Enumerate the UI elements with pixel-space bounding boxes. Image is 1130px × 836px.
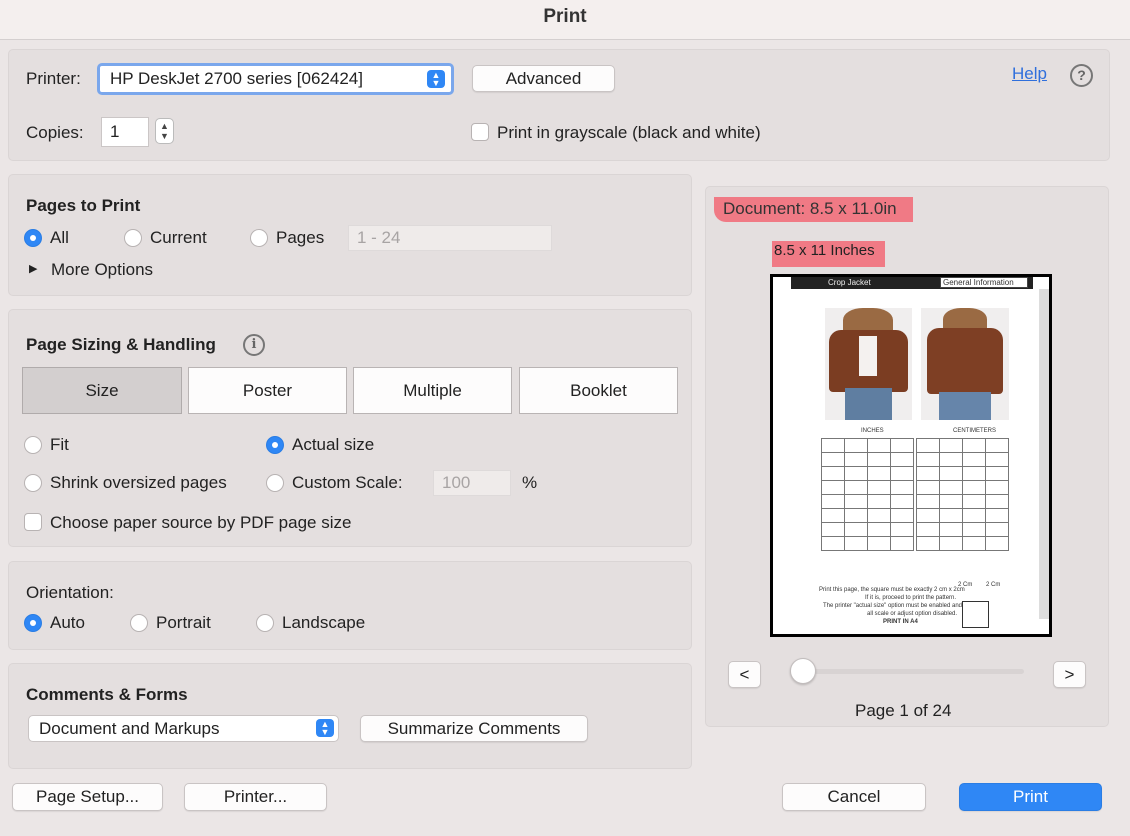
document-size-label: Document: 8.5 x 11.0in xyxy=(723,199,897,218)
window-title-bar: Print xyxy=(0,0,1130,40)
comments-select[interactable]: Document and Markups ▲ ▼ xyxy=(28,715,339,742)
tab-size[interactable]: Size xyxy=(22,367,182,414)
next-page-button[interactable]: > xyxy=(1053,661,1086,688)
select-arrows-icon: ▲ ▼ xyxy=(316,719,334,737)
centimeters-size-table xyxy=(916,438,1009,551)
printer-dialog-button[interactable]: Printer... xyxy=(184,783,327,811)
doc-section: General Information xyxy=(943,278,1014,287)
jacket-front-image xyxy=(825,308,912,420)
page-slider-knob[interactable] xyxy=(790,658,816,684)
radio-current-label: Current xyxy=(150,228,207,247)
radio-pages[interactable] xyxy=(250,229,268,247)
doc-page-gray-edge xyxy=(1039,289,1049,619)
radio-auto-label: Auto xyxy=(50,613,85,632)
square-label-top: 2 Cm xyxy=(958,582,973,588)
jacket-back-image xyxy=(921,308,1009,420)
page-slider-track[interactable] xyxy=(790,669,1024,674)
page-preview: Crop Jacket General Information INCHES C… xyxy=(770,274,1052,637)
inches-size-table xyxy=(821,438,914,551)
doc-title: Crop Jacket xyxy=(828,278,871,287)
print-button[interactable]: Print xyxy=(959,783,1102,811)
disclosure-triangle-icon[interactable]: ▶ xyxy=(29,262,37,275)
radio-auto[interactable] xyxy=(24,614,42,632)
page-sizing-title: Page Sizing & Handling xyxy=(26,335,216,354)
radio-current[interactable] xyxy=(124,229,142,247)
print-note-3: The printer "actual size" option must be… xyxy=(823,603,963,609)
print-note-5: PRINT IN A4 xyxy=(883,619,918,625)
page-indicator: Page 1 of 24 xyxy=(855,701,952,720)
help-link[interactable]: Help xyxy=(1012,64,1047,84)
tab-poster[interactable]: Poster xyxy=(188,367,347,414)
page-size-note: 8.5 x 11 Inches xyxy=(774,242,875,259)
radio-fit[interactable] xyxy=(24,436,42,454)
paper-source-checkbox[interactable] xyxy=(24,513,42,531)
page-range-placeholder: 1 - 24 xyxy=(357,228,401,247)
percent-label: % xyxy=(522,473,538,492)
print-note-1: Print this page, the square must be exac… xyxy=(819,587,965,593)
orientation-title: Orientation: xyxy=(26,583,114,602)
grayscale-checkbox[interactable] xyxy=(471,123,489,141)
radio-pages-label: Pages xyxy=(276,228,325,247)
copies-stepper[interactable]: ▲ ▼ xyxy=(155,118,174,144)
window-title: Print xyxy=(543,6,587,27)
cancel-button[interactable]: Cancel xyxy=(782,783,926,811)
page-setup-button[interactable]: Page Setup... xyxy=(12,783,163,811)
tab-multiple[interactable]: Multiple xyxy=(353,367,512,414)
previous-page-button[interactable]: < xyxy=(728,661,761,688)
copies-input[interactable]: 1 xyxy=(101,117,149,147)
centimeters-heading: CENTIMETERS xyxy=(953,428,997,434)
info-icon[interactable]: i xyxy=(243,334,265,356)
radio-custom-scale-label: Custom Scale: xyxy=(292,473,403,492)
inches-heading: INCHES xyxy=(861,428,884,434)
summarize-comments-button[interactable]: Summarize Comments xyxy=(360,715,588,742)
radio-shrink-label: Shrink oversized pages xyxy=(50,473,227,492)
print-note-2: If it is, proceed to print the pattern. xyxy=(865,595,957,601)
custom-scale-input[interactable]: 100 xyxy=(433,470,511,496)
square-label-side: 2 Cm xyxy=(986,582,1001,588)
radio-actual-size[interactable] xyxy=(266,436,284,454)
calibration-square xyxy=(962,601,989,628)
select-arrows-icon: ▲ ▼ xyxy=(427,70,445,88)
radio-portrait-label: Portrait xyxy=(156,613,211,632)
grayscale-label: Print in grayscale (black and white) xyxy=(497,123,761,142)
radio-fit-label: Fit xyxy=(50,435,69,454)
radio-shrink[interactable] xyxy=(24,474,42,492)
more-options-link[interactable]: More Options xyxy=(51,260,153,280)
radio-custom-scale[interactable] xyxy=(266,474,284,492)
custom-scale-value: 100 xyxy=(442,473,471,492)
radio-portrait[interactable] xyxy=(130,614,148,632)
comments-select-value: Document and Markups xyxy=(39,719,220,738)
pages-to-print-title: Pages to Print xyxy=(26,196,141,215)
printer-select[interactable]: HP DeskJet 2700 series [062424] ▲ ▼ xyxy=(97,63,454,95)
radio-actual-size-label: Actual size xyxy=(292,435,375,454)
print-note-4: all scale or adjust option disabled. xyxy=(867,611,958,617)
orientation-panel xyxy=(8,561,692,650)
radio-all-label: All xyxy=(50,228,69,247)
copies-value: 1 xyxy=(110,122,120,141)
question-mark-icon[interactable]: ? xyxy=(1070,64,1093,87)
comments-forms-title: Comments & Forms xyxy=(26,685,188,704)
paper-source-label: Choose paper source by PDF page size xyxy=(50,513,352,532)
radio-landscape-label: Landscape xyxy=(282,613,366,632)
advanced-button[interactable]: Advanced xyxy=(472,65,615,92)
copies-label: Copies: xyxy=(26,123,84,142)
radio-landscape[interactable] xyxy=(256,614,274,632)
printer-label: Printer: xyxy=(26,69,81,88)
tab-booklet[interactable]: Booklet xyxy=(519,367,678,414)
radio-all[interactable] xyxy=(24,229,42,247)
printer-select-value: HP DeskJet 2700 series [062424] xyxy=(110,69,363,88)
page-range-input[interactable]: 1 - 24 xyxy=(348,225,552,251)
